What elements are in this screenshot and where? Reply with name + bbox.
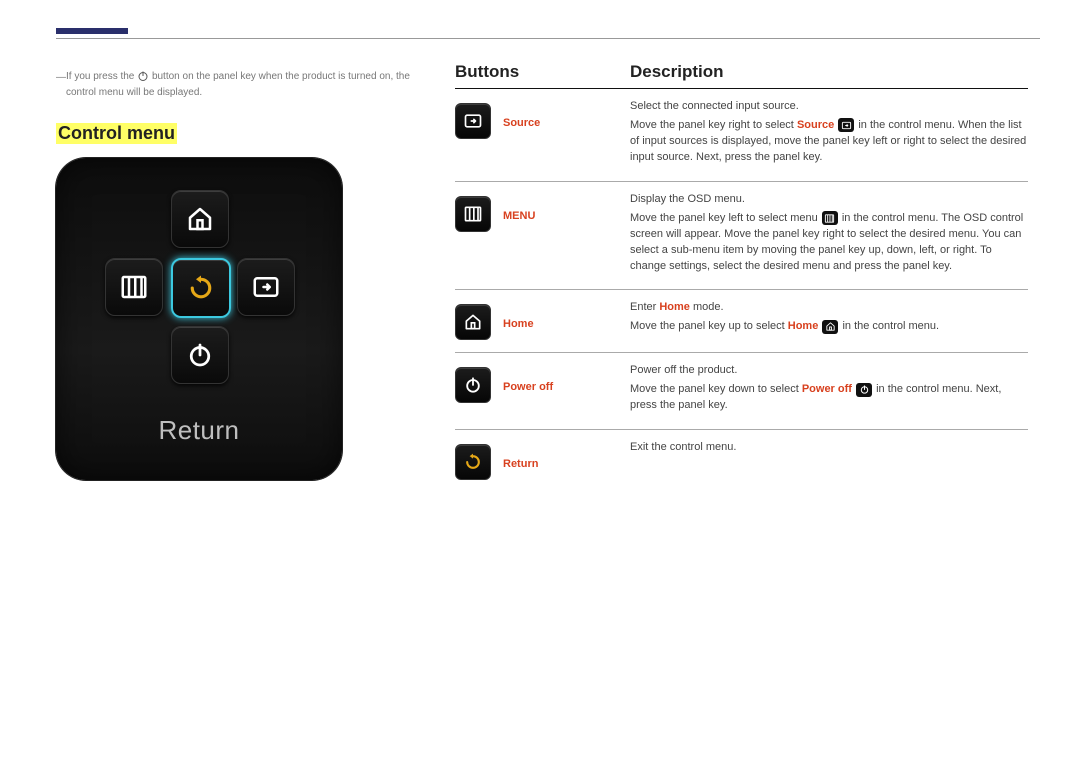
- table-row: Source Select the connected input source…: [455, 89, 1028, 182]
- desc-line: Select the connected input source.: [630, 99, 1028, 115]
- table-row: Home Enter Home mode. Move the panel key…: [455, 290, 1028, 353]
- power-icon: [137, 70, 149, 86]
- row-desc: Enter Home mode. Move the panel key up t…: [630, 300, 1028, 340]
- desc-line: Exit the control menu.: [630, 440, 1028, 456]
- row-desc: Display the OSD menu. Move the panel key…: [630, 192, 1028, 278]
- row-name: Home: [503, 300, 630, 340]
- header-accent: [56, 28, 128, 34]
- desc-line: Move the panel key right to select Sourc…: [630, 118, 1028, 166]
- menu-icon: [455, 196, 491, 232]
- panel-button-power[interactable]: [171, 326, 229, 384]
- row-name: MENU: [503, 192, 630, 278]
- desc-line: Power off the product.: [630, 363, 1028, 379]
- table-row: Power off Power off the product. Move th…: [455, 353, 1028, 430]
- panel-button-source[interactable]: [237, 258, 295, 316]
- desc-line: Move the panel key down to select Power …: [630, 382, 1028, 414]
- source-icon: [838, 118, 854, 132]
- note-text-pre: If you press the: [66, 71, 137, 82]
- row-name: Return: [503, 440, 630, 480]
- control-menu-panel: Return: [56, 158, 342, 480]
- panel-button-return[interactable]: [171, 258, 231, 318]
- desc-line: Move the panel key up to select Home in …: [630, 319, 1028, 335]
- return-icon: [455, 444, 491, 480]
- panel-button-menu[interactable]: [105, 258, 163, 316]
- home-icon: [455, 304, 491, 340]
- table-row: MENU Display the OSD menu. Move the pane…: [455, 182, 1028, 291]
- power-icon: [455, 367, 491, 403]
- row-desc: Select the connected input source. Move …: [630, 99, 1028, 169]
- header-rule: [56, 38, 1040, 39]
- menu-icon: [822, 211, 838, 225]
- header-description: Description: [630, 62, 724, 82]
- row-name: Power off: [503, 363, 630, 417]
- desc-line: Display the OSD menu.: [630, 192, 1028, 208]
- table-row: Return Exit the control menu.: [455, 430, 1028, 492]
- home-icon: [822, 320, 838, 334]
- panel-button-home[interactable]: [171, 190, 229, 248]
- section-heading: Control menu: [56, 123, 177, 144]
- table-header-row: Buttons Description: [455, 62, 1028, 89]
- source-icon: [455, 103, 491, 139]
- desc-line: Enter Home mode.: [630, 300, 1028, 316]
- row-name: Source: [503, 99, 630, 169]
- intro-note: ― If you press the button on the panel k…: [56, 70, 426, 99]
- panel-label: Return: [56, 415, 342, 446]
- row-desc: Exit the control menu.: [630, 440, 1028, 480]
- power-icon: [856, 383, 872, 397]
- desc-line: Move the panel key left to select menu i…: [630, 211, 1028, 275]
- row-desc: Power off the product. Move the panel ke…: [630, 363, 1028, 417]
- description-table: Buttons Description Source Select the co…: [455, 62, 1028, 492]
- header-buttons: Buttons: [455, 62, 630, 82]
